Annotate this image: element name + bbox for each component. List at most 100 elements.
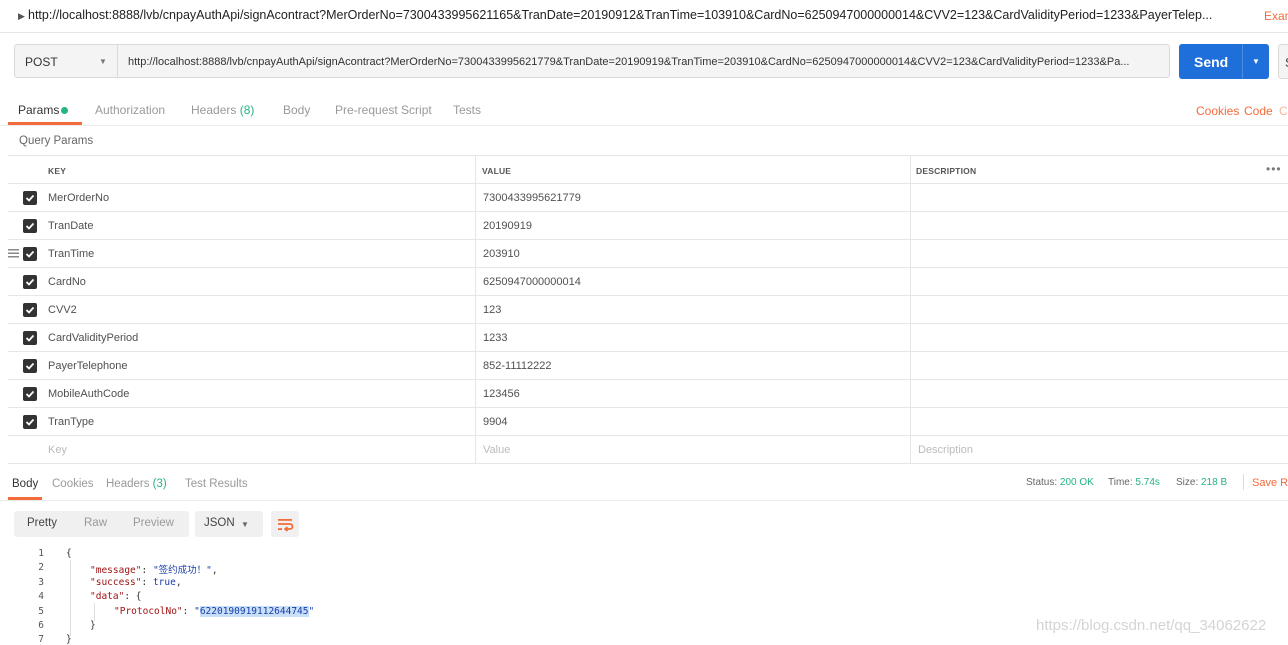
send-button[interactable]: Send <box>1179 44 1242 79</box>
param-checkbox[interactable] <box>23 303 37 317</box>
param-value[interactable]: 9904 <box>483 416 507 428</box>
request-title-bar: ▶ http://localhost:8888/lvb/cnpayAuthApi… <box>0 0 1288 33</box>
param-checkbox[interactable] <box>23 387 37 401</box>
response-headers-label: Headers <box>106 478 150 490</box>
param-row[interactable]: TranDate 20190919 <box>8 212 1288 240</box>
url-input[interactable]: http://localhost:8888/lvb/cnpayAuthApi/s… <box>118 44 1170 78</box>
tab-headers[interactable]: Headers (8) <box>191 103 254 117</box>
value-column-header: VALUE <box>482 166 512 176</box>
code-line-data: "data": { <box>90 591 142 602</box>
json-data-open: { <box>135 591 142 602</box>
param-key[interactable]: CVV2 <box>48 304 77 316</box>
param-value[interactable]: 7300433995621779 <box>483 192 581 204</box>
view-preview-button[interactable]: Preview <box>133 517 174 529</box>
line-number: 4 <box>38 591 44 602</box>
tab-params[interactable]: Params <box>18 103 59 117</box>
tab-body[interactable]: Body <box>283 103 310 117</box>
response-tab-cookies[interactable]: Cookies <box>52 478 94 490</box>
param-row[interactable]: CardValidityPeriod 1233 <box>8 324 1288 352</box>
request-title-url[interactable]: http://localhost:8888/lvb/cnpayAuthApi/s… <box>28 8 1228 22</box>
param-row[interactable]: TranType 9904 <box>8 408 1288 436</box>
comments-link[interactable]: C <box>1279 104 1288 118</box>
wrap-lines-button[interactable] <box>271 511 299 537</box>
check-icon <box>25 334 35 342</box>
param-value[interactable]: 852-11112222 <box>483 360 552 372</box>
save-response-button[interactable]: Save Re <box>1252 477 1288 489</box>
response-tabs-divider <box>0 500 1288 501</box>
param-row[interactable]: MobileAuthCode 123456 <box>8 380 1288 408</box>
tab-headers-label: Headers <box>191 103 237 117</box>
more-options-icon[interactable]: ••• <box>1266 162 1282 176</box>
param-key[interactable]: TranType <box>48 416 94 428</box>
param-value[interactable]: 6250947000000014 <box>483 276 581 288</box>
line-number: 3 <box>38 577 44 588</box>
param-checkbox[interactable] <box>23 331 37 345</box>
param-key[interactable]: TranDate <box>48 220 93 232</box>
json-value-success: true <box>152 577 176 588</box>
json-value-message: "签约成功！" <box>152 565 212 576</box>
param-checkbox[interactable] <box>23 247 37 261</box>
method-select[interactable]: POST ▼ <box>14 44 118 78</box>
tabs-divider <box>0 125 1288 126</box>
param-checkbox[interactable] <box>23 275 37 289</box>
line-number: 2 <box>38 562 44 573</box>
size-readout: Size: 218 B <box>1176 477 1227 488</box>
line-number: 5 <box>38 606 44 617</box>
param-row[interactable]: PayerTelephone 852-11112222 <box>8 352 1288 380</box>
description-placeholder[interactable]: Description <box>918 444 973 456</box>
param-key[interactable]: TranTime <box>48 248 94 260</box>
method-label: POST <box>25 55 58 69</box>
key-column-header: KEY <box>48 166 67 176</box>
send-options-button[interactable]: ▼ <box>1242 44 1269 79</box>
check-icon <box>25 250 35 258</box>
view-pretty-button[interactable]: Pretty <box>27 517 57 529</box>
cookies-link[interactable]: Cookies <box>1196 104 1239 118</box>
tab-authorization[interactable]: Authorization <box>95 103 165 117</box>
value-placeholder[interactable]: Value <box>483 444 510 456</box>
param-value[interactable]: 20190919 <box>483 220 532 232</box>
headers-count-badge: (8) <box>239 103 255 117</box>
response-tab-body[interactable]: Body <box>12 478 38 490</box>
key-placeholder[interactable]: Key <box>48 444 67 456</box>
param-row[interactable]: MerOrderNo 7300433995621779 <box>8 184 1288 212</box>
param-checkbox[interactable] <box>23 415 37 429</box>
param-row[interactable]: CardNo 6250947000000014 <box>8 268 1288 296</box>
line-number: 6 <box>38 620 44 631</box>
param-row[interactable]: CVV2 123 <box>8 296 1288 324</box>
param-key[interactable]: MobileAuthCode <box>48 388 129 400</box>
code-link[interactable]: Code <box>1244 104 1273 118</box>
json-key-message: "message" <box>90 565 142 576</box>
size-label: Size: <box>1176 477 1199 488</box>
selected-protocol-no: 62201909191126447​45 <box>199 606 309 617</box>
response-tab-headers[interactable]: Headers (3) <box>106 478 167 490</box>
tab-pre-request-script[interactable]: Pre-request Script <box>335 103 432 117</box>
param-value[interactable]: 123 <box>483 304 501 316</box>
param-row[interactable]: TranTime 203910 <box>8 240 1288 268</box>
time-value: 5.74s <box>1135 477 1160 488</box>
param-key[interactable]: PayerTelephone <box>48 360 128 372</box>
param-checkbox[interactable] <box>23 219 37 233</box>
response-headers-count: (3) <box>152 478 167 490</box>
wrap-lines-icon <box>278 519 294 532</box>
status-value: 200 OK <box>1059 477 1094 488</box>
format-select[interactable]: JSON ▼ <box>195 511 263 537</box>
drag-handle-icon[interactable] <box>8 249 19 258</box>
param-key[interactable]: CardNo <box>48 276 86 288</box>
param-key[interactable]: MerOrderNo <box>48 192 109 204</box>
check-icon <box>25 278 35 286</box>
param-value[interactable]: 123456 <box>483 388 520 400</box>
tab-tests[interactable]: Tests <box>453 103 481 117</box>
save-button[interactable]: S <box>1278 44 1288 79</box>
param-value[interactable]: 203910 <box>483 248 520 260</box>
new-param-row[interactable]: Key Value Description <box>8 436 1288 464</box>
param-key[interactable]: CardValidityPeriod <box>48 332 138 344</box>
send-label: Send <box>1194 54 1229 70</box>
examples-link[interactable]: Exan <box>1264 9 1288 23</box>
param-checkbox[interactable] <box>23 191 37 205</box>
expand-caret-icon[interactable]: ▶ <box>18 11 25 22</box>
view-raw-button[interactable]: Raw <box>84 517 107 529</box>
check-icon <box>25 194 35 202</box>
param-checkbox[interactable] <box>23 359 37 373</box>
param-value[interactable]: 1233 <box>483 332 507 344</box>
response-tab-test-results[interactable]: Test Results <box>185 478 248 490</box>
